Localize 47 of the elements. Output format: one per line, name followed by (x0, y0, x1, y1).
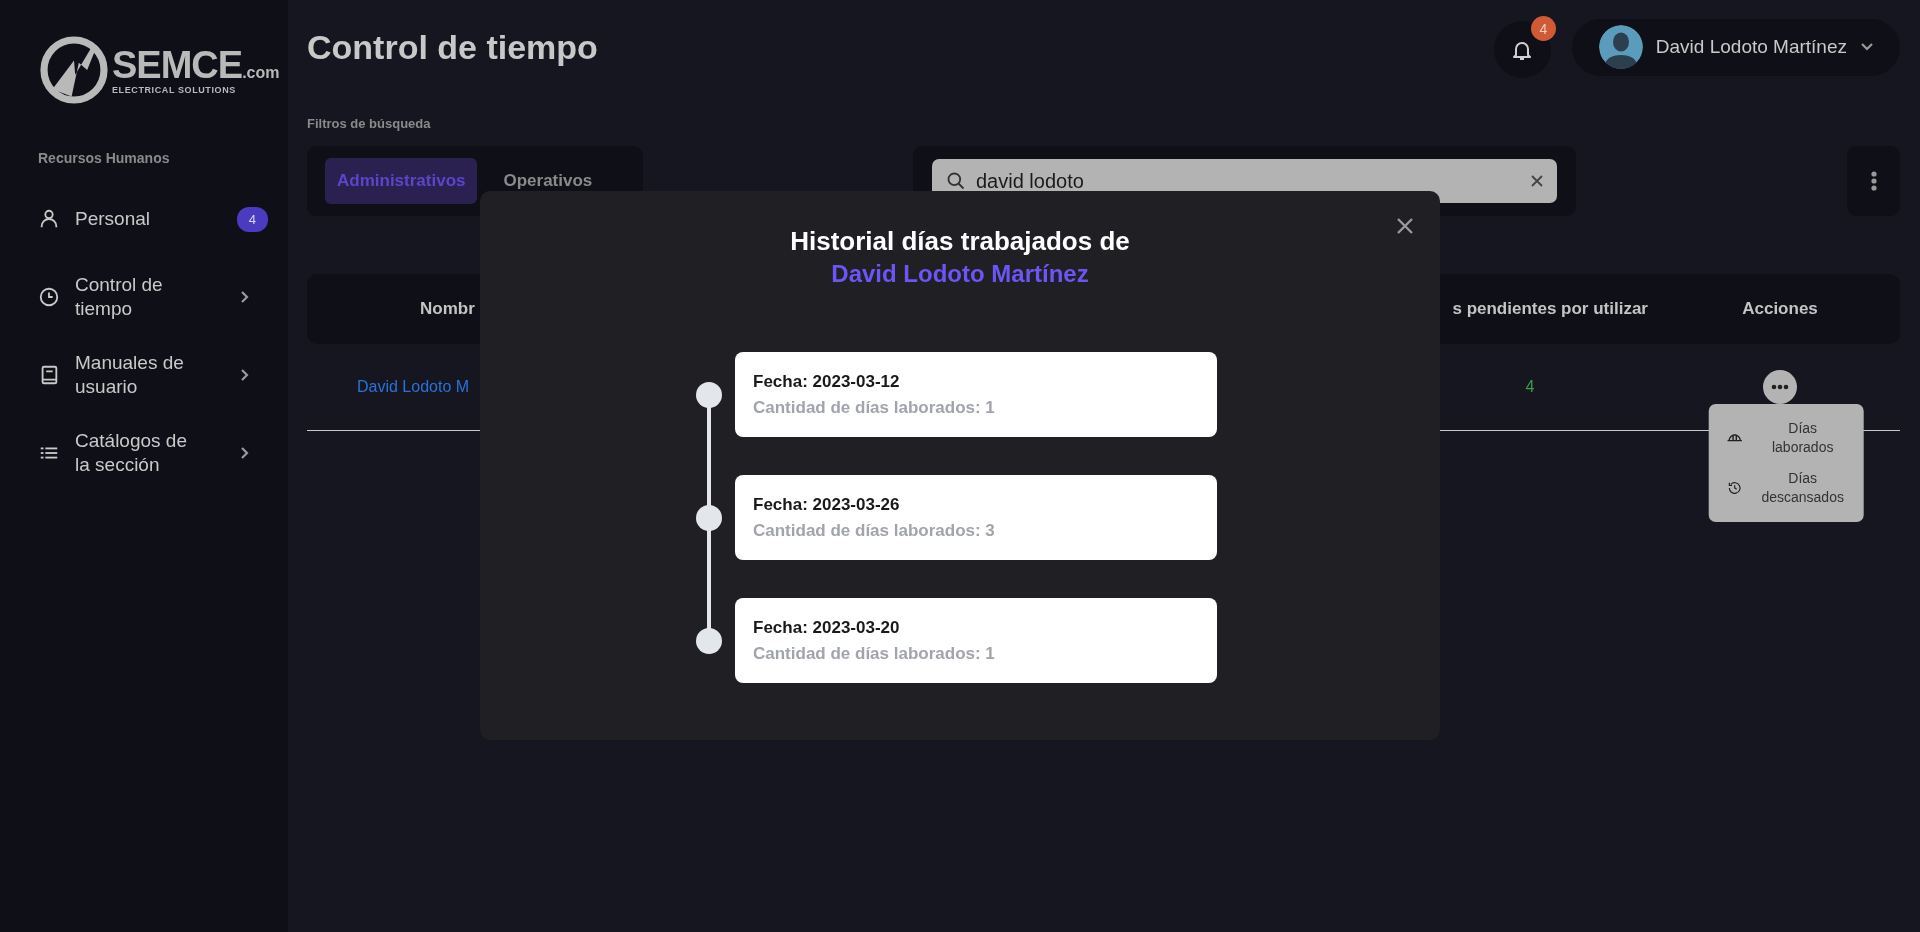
clock-icon (38, 286, 60, 308)
sidebar-item[interactable]: Control de tiempo (38, 258, 268, 336)
chevron-down-icon (1860, 42, 1874, 52)
table-cell: 4 (1525, 378, 1535, 396)
avatar-icon (1598, 25, 1643, 69)
ellipsis-icon (1771, 384, 1789, 390)
entry-date: Fecha: 2023-03-20 (753, 617, 900, 638)
menu-item[interactable]: Días descansados (1708, 463, 1864, 513)
sidebar-item[interactable]: Manuales de usuario (38, 336, 268, 414)
page-title: Control de tiempo (307, 27, 598, 67)
employee-name: David Lodoto Martínez (831, 259, 1089, 289)
filter-label: Filtros de búsqueda (307, 116, 431, 131)
count-badge: 4 (236, 206, 268, 232)
logo-name: SEMCE (112, 45, 243, 84)
logo-suffix: .com (242, 63, 280, 82)
sidebar-item[interactable]: Personal 4 (38, 180, 268, 258)
search-icon (946, 171, 966, 191)
row-actions-button[interactable] (1763, 370, 1797, 404)
column-header: Acciones (1742, 299, 1818, 319)
clear-icon[interactable] (1531, 175, 1543, 187)
close-icon (1396, 217, 1414, 235)
hard-hat-icon (1726, 434, 1743, 442)
menu-item[interactable]: Días laborados (1708, 413, 1864, 463)
modal-title: Historial días trabajados de (790, 225, 1130, 258)
entry-count: Cantidad de días laborados: 3 (753, 520, 995, 541)
chevron-right-icon (240, 290, 250, 304)
search-input[interactable]: david lodoto (974, 168, 1523, 194)
entry-count: Cantidad de días laborados: 1 (753, 643, 995, 664)
sidebar-item[interactable]: Catálogos de la sección (38, 414, 268, 492)
history-icon (1726, 480, 1743, 496)
tab[interactable]: Operativos (491, 158, 605, 204)
entry-count: Cantidad de días laborados: 1 (753, 397, 995, 418)
person-icon (38, 208, 60, 230)
notification-badge: 4 (1530, 16, 1556, 41)
employee-link[interactable]: David Lodoto M (307, 378, 470, 396)
column-header: Nombr (419, 299, 475, 319)
section-label: Recursos Humanos (38, 150, 170, 166)
entry-date: Fecha: 2023-03-12 (753, 371, 900, 392)
close-button[interactable] (1396, 217, 1414, 235)
chevron-right-icon (240, 368, 250, 382)
kebab-icon (1870, 171, 1877, 191)
logo-tagline: ELECTRICAL SOLUTIONS (112, 84, 237, 95)
entry-date: Fecha: 2023-03-26 (753, 494, 900, 515)
chevron-right-icon (240, 446, 250, 460)
column-header: s pendientes por utilizar (1452, 299, 1648, 319)
lightning-logo-icon (38, 34, 110, 106)
user-menu-button[interactable]: David Lodoto Martínez (1571, 18, 1900, 76)
